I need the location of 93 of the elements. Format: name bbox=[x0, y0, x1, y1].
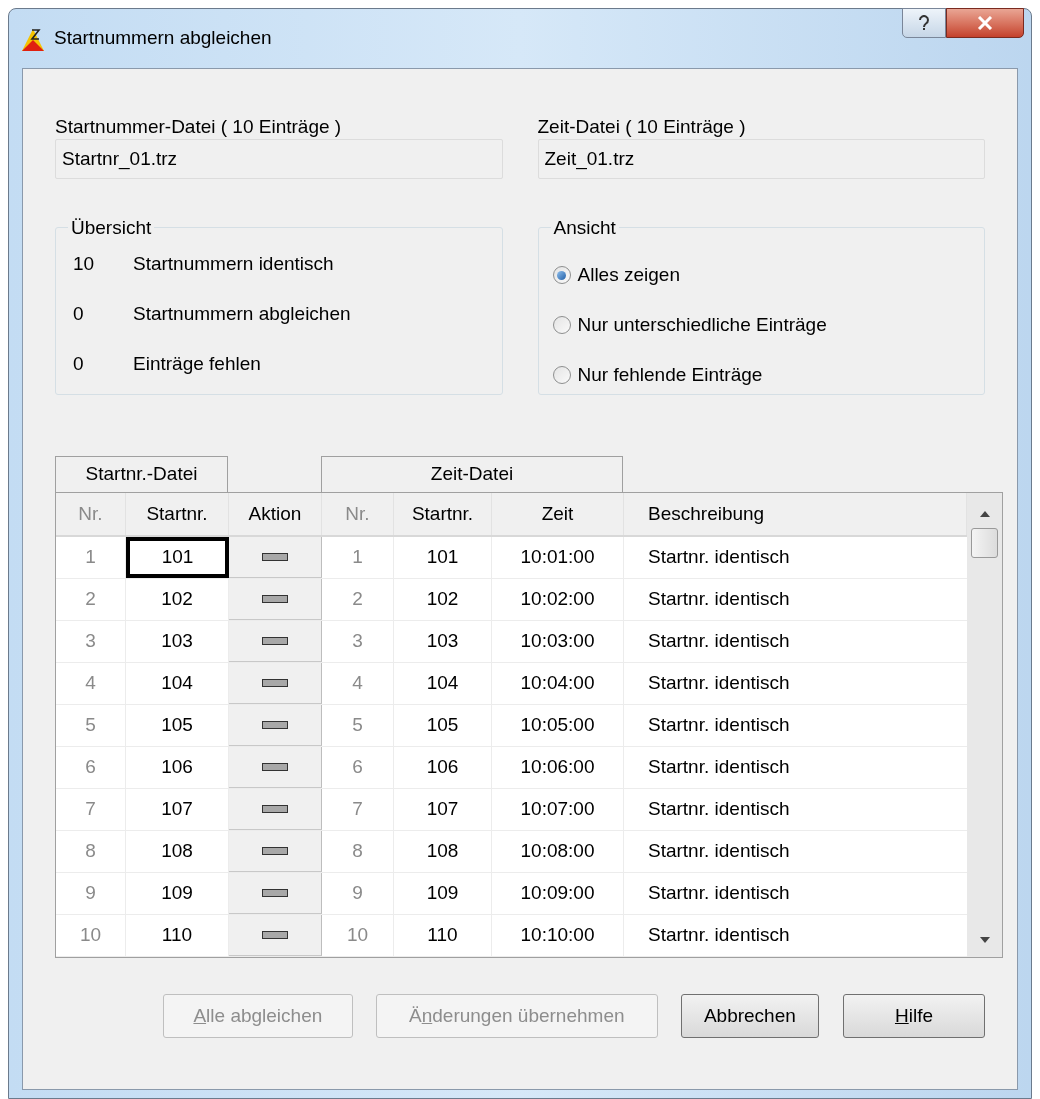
table-cell: 8 bbox=[322, 831, 394, 872]
scroll-up-icon[interactable] bbox=[979, 511, 990, 517]
radio-label[interactable]: Nur fehlende Einträge bbox=[577, 360, 763, 390]
question-mark-icon bbox=[918, 15, 930, 31]
table-cell: 10:04:00 bbox=[492, 663, 624, 704]
radio-button[interactable] bbox=[552, 366, 571, 384]
table-cell: 10:02:00 bbox=[492, 579, 624, 620]
table-cell: 10:01:00 bbox=[492, 537, 624, 578]
summary-text: Startnummern abgleichen bbox=[133, 302, 351, 326]
table-cell: 1 bbox=[56, 537, 126, 578]
table-cell: 7 bbox=[56, 789, 126, 830]
column-header: Nr. bbox=[56, 493, 126, 535]
table-cell: 10:10:00 bbox=[492, 915, 624, 956]
table-cell: 10:07:00 bbox=[492, 789, 624, 830]
bar-icon bbox=[262, 931, 288, 939]
table-cell: 7 bbox=[322, 789, 394, 830]
action-button[interactable] bbox=[229, 915, 322, 956]
radio-button[interactable] bbox=[552, 266, 571, 284]
table-cell: 4 bbox=[56, 663, 126, 704]
file-name-field: Startnr_01.trz bbox=[55, 139, 503, 179]
table-cell: 10 bbox=[322, 915, 394, 956]
summary-text: Startnummern identisch bbox=[133, 252, 334, 276]
radio-label[interactable]: Alles zeigen bbox=[577, 260, 680, 290]
count-text: 0 bbox=[73, 352, 85, 376]
table-cell: 2 bbox=[322, 579, 394, 620]
action-button[interactable] bbox=[229, 705, 322, 746]
table-cell: 105 bbox=[394, 705, 492, 746]
table-cell: 9 bbox=[322, 873, 394, 914]
table-cell: 10:09:00 bbox=[492, 873, 624, 914]
column-header: Startnr. bbox=[126, 493, 229, 535]
table-cell: 5 bbox=[56, 705, 126, 746]
table-cell: 1 bbox=[322, 537, 394, 578]
file-name-field: Zeit_01.trz bbox=[537, 139, 985, 179]
table-cell: 10:08:00 bbox=[492, 831, 624, 872]
bar-icon bbox=[262, 553, 288, 561]
table-cell: 104 bbox=[394, 663, 492, 704]
action-button[interactable] bbox=[229, 789, 322, 830]
action-button[interactable] bbox=[229, 831, 322, 872]
bar-icon bbox=[262, 847, 288, 855]
table-cell: 10:05:00 bbox=[492, 705, 624, 746]
action-button[interactable] bbox=[229, 621, 322, 662]
window-title: Startnummern abgleichen bbox=[54, 26, 272, 51]
close-button[interactable] bbox=[946, 8, 1024, 38]
table-cell: 109 bbox=[394, 873, 492, 914]
table-cell: 102 bbox=[394, 579, 492, 620]
field-label: Zeit-Datei ( 10 Einträge ) bbox=[537, 115, 747, 137]
count-text: 10 bbox=[73, 252, 96, 276]
action-button[interactable] bbox=[229, 537, 322, 578]
table-cell: 9 bbox=[56, 873, 126, 914]
table-cell: 108 bbox=[394, 831, 492, 872]
table-cell: 10:03:00 bbox=[492, 621, 624, 662]
table-cell: 2 bbox=[56, 579, 126, 620]
table-cell: 6 bbox=[322, 747, 394, 788]
table-cell: 8 bbox=[56, 831, 126, 872]
summary-text: Einträge fehlen bbox=[133, 352, 261, 376]
table-cell: 10:06:00 bbox=[492, 747, 624, 788]
dialog-button[interactable]: Hilfe bbox=[842, 994, 985, 1038]
bar-icon bbox=[262, 889, 288, 897]
table-cell: 4 bbox=[322, 663, 394, 704]
bar-icon bbox=[262, 637, 288, 645]
radio-label[interactable]: Nur unterschiedliche Einträge bbox=[577, 310, 827, 340]
action-button[interactable] bbox=[229, 579, 322, 620]
scroll-down-icon[interactable] bbox=[979, 937, 990, 943]
count-text: 0 bbox=[73, 302, 85, 326]
table-cell: 110 bbox=[394, 915, 492, 956]
column-header: Nr. bbox=[322, 493, 394, 535]
column-header: Startnr. bbox=[394, 493, 492, 535]
bar-icon bbox=[262, 721, 288, 729]
field-label: Startnummer-Datei ( 10 Einträge ) bbox=[55, 115, 343, 137]
table-cell: 101 bbox=[126, 537, 229, 578]
radio-button[interactable] bbox=[552, 316, 571, 334]
table-cell: 106 bbox=[394, 747, 492, 788]
bar-icon bbox=[262, 763, 288, 771]
column-header: Zeit bbox=[492, 493, 624, 535]
close-icon bbox=[977, 16, 993, 30]
bar-icon bbox=[262, 679, 288, 687]
help-button[interactable] bbox=[902, 8, 946, 38]
scrollbar-thumb[interactable] bbox=[971, 528, 998, 558]
bar-icon bbox=[262, 595, 288, 603]
table-cell: 6 bbox=[56, 747, 126, 788]
dialog-button[interactable]: Abbrechen bbox=[680, 994, 819, 1038]
table-cell: 3 bbox=[56, 621, 126, 662]
table-cell: 3 bbox=[322, 621, 394, 662]
column-header: Aktion bbox=[229, 493, 322, 535]
action-button[interactable] bbox=[229, 873, 322, 914]
table-cell: 101 bbox=[394, 537, 492, 578]
bar-icon bbox=[262, 805, 288, 813]
table-cell: 107 bbox=[394, 789, 492, 830]
action-button[interactable] bbox=[229, 747, 322, 788]
table-cell: 10 bbox=[56, 915, 126, 956]
action-button[interactable] bbox=[229, 663, 322, 704]
table-cell: 103 bbox=[394, 621, 492, 662]
table-cell: 5 bbox=[322, 705, 394, 746]
